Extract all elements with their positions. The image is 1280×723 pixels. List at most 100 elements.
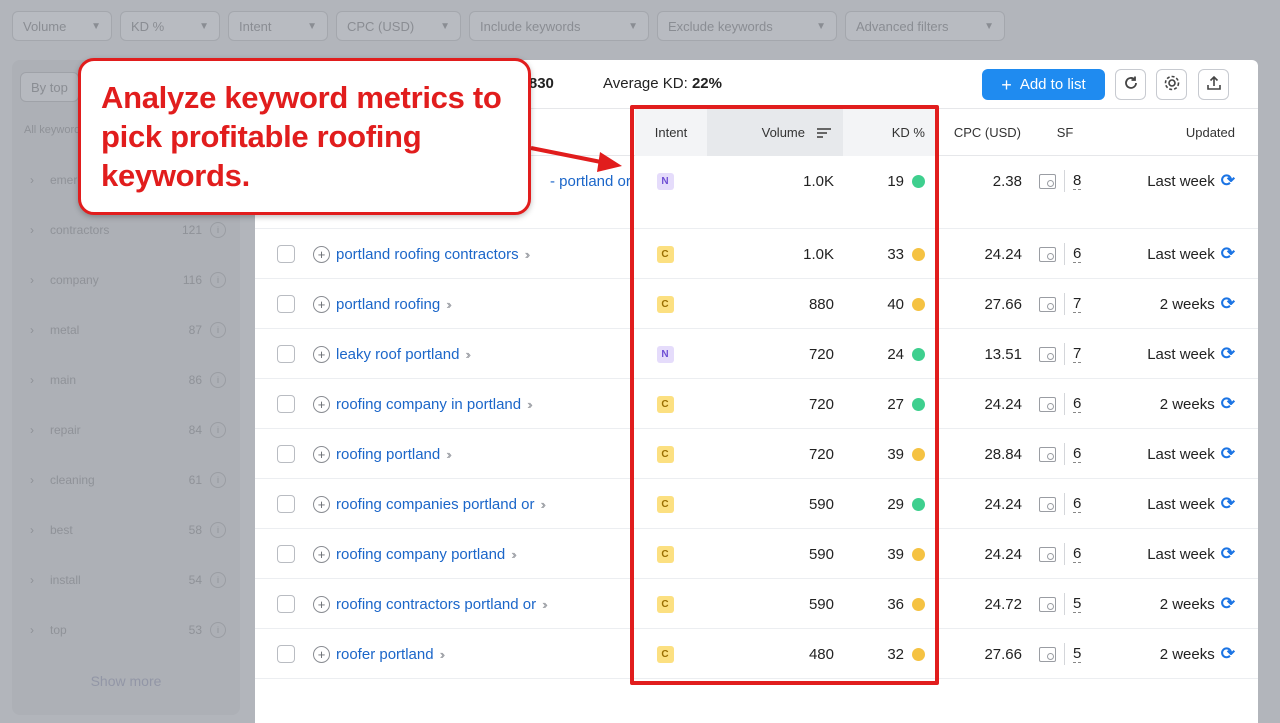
refresh-icon[interactable]: ⟳ [1221, 444, 1235, 464]
cpc-cell: 24.24 [984, 545, 1022, 563]
filter-dropdown[interactable]: CPC (USD) ▼ [336, 11, 461, 41]
keyword-link[interactable]: roofer portland [336, 646, 434, 663]
sf-count[interactable]: 5 [1073, 645, 1082, 663]
serp-features-icon[interactable] [1039, 173, 1056, 189]
sf-count[interactable]: 6 [1073, 545, 1082, 563]
row-checkbox[interactable] [277, 345, 295, 363]
serp-features-icon[interactable] [1039, 496, 1056, 512]
add-keyword-icon[interactable]: + [313, 395, 330, 413]
sf-count[interactable]: 7 [1073, 345, 1082, 363]
refresh-icon[interactable]: ⟳ [1221, 294, 1235, 314]
serp-features-icon[interactable] [1039, 646, 1056, 662]
refresh-icon[interactable]: ⟳ [1221, 344, 1235, 364]
topic-group-item[interactable]: › metal 87 i [12, 305, 240, 355]
sf-count[interactable]: 6 [1073, 245, 1082, 263]
row-checkbox[interactable] [277, 245, 295, 263]
refresh-icon[interactable]: ⟳ [1221, 171, 1235, 191]
row-checkbox[interactable] [277, 495, 295, 513]
filter-dropdown[interactable]: Volume ▼ [12, 11, 112, 41]
add-keyword-icon[interactable]: + [313, 495, 330, 513]
topic-group-item[interactable]: › install 54 i [12, 555, 240, 605]
refresh-icon[interactable]: ⟳ [1221, 544, 1235, 564]
sf-count[interactable]: 6 [1073, 445, 1082, 463]
row-checkbox[interactable] [277, 645, 295, 663]
topic-group-label: best [50, 523, 73, 537]
filter-label: Intent [239, 18, 272, 34]
refresh-button[interactable] [1115, 69, 1146, 100]
refresh-icon[interactable]: ⟳ [1221, 244, 1235, 264]
cpc-column-header[interactable]: CPC (USD) [937, 109, 1025, 156]
keyword-link[interactable]: roofing company in portland [336, 396, 521, 413]
serp-features-icon[interactable] [1039, 446, 1056, 462]
keyword-cell: + portland roofing ›› [313, 279, 452, 329]
keyword-link[interactable]: roofing contractors portland or [336, 596, 536, 613]
keyword-link[interactable]: roofing company portland [336, 546, 505, 563]
export-button[interactable] [1198, 69, 1229, 100]
double-chevron-icon[interactable]: ›› [540, 497, 545, 512]
updated-column-header[interactable]: Updated [1085, 109, 1235, 156]
serp-features-icon[interactable] [1039, 296, 1056, 312]
by-topic-tab[interactable]: By top [20, 72, 79, 102]
sf-count[interactable]: 8 [1073, 172, 1082, 190]
double-chevron-icon[interactable]: ›› [446, 297, 451, 312]
serp-features-icon[interactable] [1039, 246, 1056, 262]
sf-count[interactable]: 6 [1073, 495, 1082, 513]
keyword-link[interactable]: - portland or [550, 173, 631, 190]
keyword-link[interactable]: leaky roof portland [336, 346, 459, 363]
double-chevron-icon[interactable]: ›› [440, 647, 445, 662]
add-keyword-icon[interactable]: + [313, 545, 330, 563]
keyword-link[interactable]: portland roofing [336, 296, 440, 313]
sf-count[interactable]: 7 [1073, 295, 1082, 313]
serp-features-icon[interactable] [1039, 596, 1056, 612]
chevron-right-icon: › [30, 473, 34, 487]
add-keyword-icon[interactable]: + [313, 245, 330, 263]
row-checkbox[interactable] [277, 545, 295, 563]
sf-column-header[interactable]: SF [1045, 109, 1085, 156]
serp-features-icon[interactable] [1039, 346, 1056, 362]
topic-group-item[interactable]: › repair 84 i [12, 405, 240, 455]
double-chevron-icon[interactable]: ›› [511, 547, 516, 562]
filter-dropdown[interactable]: KD % ▼ [120, 11, 220, 41]
double-chevron-icon[interactable]: ›› [527, 397, 532, 412]
add-keyword-icon[interactable]: + [313, 345, 330, 363]
double-chevron-icon[interactable]: ›› [525, 247, 530, 262]
keyword-link[interactable]: roofing portland [336, 446, 440, 463]
add-keyword-icon[interactable]: + [313, 295, 330, 313]
topic-group-item[interactable]: › cleaning 61 i [12, 455, 240, 505]
sf-count[interactable]: 5 [1073, 595, 1082, 613]
add-keyword-icon[interactable]: + [313, 445, 330, 463]
keyword-cell: + roofing companies portland or ›› [313, 479, 546, 529]
serp-features-icon[interactable] [1039, 546, 1056, 562]
sf-count[interactable]: 6 [1073, 395, 1082, 413]
refresh-icon[interactable]: ⟳ [1221, 644, 1235, 664]
row-checkbox[interactable] [277, 295, 295, 313]
add-to-list-button[interactable]: + Add to list [982, 69, 1105, 100]
double-chevron-icon[interactable]: ›› [465, 347, 470, 362]
serp-features-icon[interactable] [1039, 396, 1056, 412]
refresh-icon[interactable]: ⟳ [1221, 394, 1235, 414]
filter-dropdown[interactable]: Advanced filters ▼ [845, 11, 1005, 41]
keyword-link[interactable]: roofing companies portland or [336, 496, 534, 513]
row-checkbox[interactable] [277, 445, 295, 463]
filter-label: KD % [131, 18, 165, 34]
row-checkbox[interactable] [277, 395, 295, 413]
show-more-link[interactable]: Show more [12, 673, 240, 689]
row-checkbox[interactable] [277, 595, 295, 613]
refresh-icon[interactable]: ⟳ [1221, 494, 1235, 514]
double-chevron-icon[interactable]: ›› [542, 597, 547, 612]
double-chevron-icon[interactable]: ›› [446, 447, 451, 462]
keyword-link[interactable]: portland roofing contractors [336, 246, 519, 263]
refresh-icon[interactable]: ⟳ [1221, 594, 1235, 614]
updated-cell: 2 weeks ⟳ [1085, 579, 1235, 629]
topic-group-item[interactable]: › company 116 i [12, 255, 240, 305]
settings-button[interactable] [1156, 69, 1187, 100]
filter-dropdown[interactable]: Include keywords ▼ [469, 11, 649, 41]
filter-dropdown[interactable]: Exclude keywords ▼ [657, 11, 837, 41]
topic-group-item[interactable]: › top 53 i [12, 605, 240, 655]
topic-group-item[interactable]: › best 58 i [12, 505, 240, 555]
filter-dropdown[interactable]: Intent ▼ [228, 11, 328, 41]
add-keyword-icon[interactable]: + [313, 595, 330, 613]
add-keyword-icon[interactable]: + [313, 645, 330, 663]
topic-group-item[interactable]: › main 86 i [12, 355, 240, 405]
gear-icon [1163, 74, 1181, 96]
